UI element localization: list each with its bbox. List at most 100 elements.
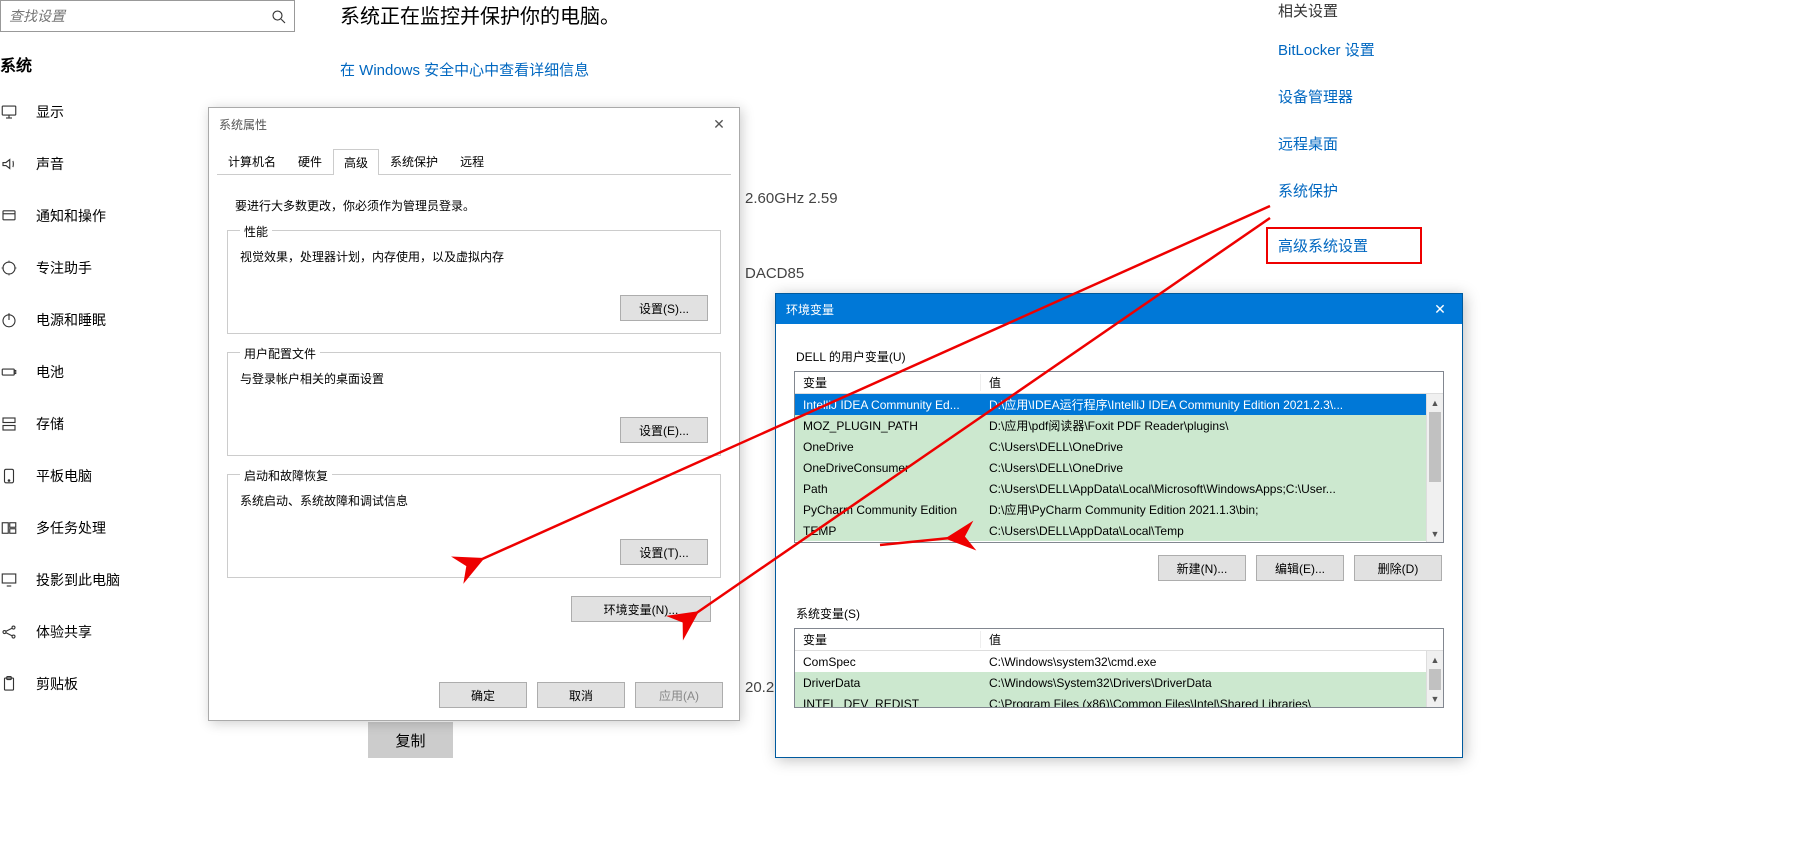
scroll-up-icon[interactable]: ▲ xyxy=(1427,651,1443,668)
cancel-button[interactable]: 取消 xyxy=(537,682,625,708)
table-row[interactable]: PathC:\Users\DELL\AppData\Local\Microsof… xyxy=(795,478,1443,499)
tab-高级[interactable]: 高级 xyxy=(333,149,379,175)
table-row[interactable]: ComSpecC:\Windows\system32\cmd.exe xyxy=(795,651,1443,672)
scroll-thumb[interactable] xyxy=(1429,412,1441,482)
var-name: DriverData xyxy=(795,676,981,690)
env-titlebar[interactable]: 环境变量 xyxy=(776,294,1462,324)
search-input[interactable] xyxy=(9,8,270,24)
clipboard-icon xyxy=(0,675,18,693)
performance-settings-button[interactable]: 设置(S)... xyxy=(620,295,708,321)
userprofile-legend: 用户配置文件 xyxy=(240,345,320,362)
security-status: 系统正在监控并保护你的电脑。 xyxy=(340,0,1800,29)
multitask-icon xyxy=(0,519,18,537)
var-value: D:\应用\pdf阅读器\Foxit PDF Reader\plugins\ xyxy=(981,417,1443,434)
startup-legend: 启动和故障恢复 xyxy=(240,467,332,484)
table-row[interactable]: TEMPC:\Users\DELL\AppData\Local\Temp xyxy=(795,520,1443,541)
edit-button[interactable]: 编辑(E)... xyxy=(1256,555,1344,581)
scrollbar[interactable]: ▲ ▼ xyxy=(1426,394,1443,542)
env-close-button[interactable]: ✕ xyxy=(1418,294,1462,324)
sidebar-item-label: 电池 xyxy=(36,362,64,382)
table-row[interactable]: IntelliJ IDEA Community Ed...D:\应用\IDEA运… xyxy=(795,394,1443,415)
version-fragment: 20.2 xyxy=(745,679,774,696)
close-icon: ✕ xyxy=(713,116,725,133)
sidebar-item-label: 剪贴板 xyxy=(36,674,78,694)
var-value: C:\Users\DELL\AppData\Local\Temp xyxy=(981,524,1443,538)
search-box[interactable] xyxy=(0,0,295,32)
var-name: TEMP xyxy=(795,524,981,538)
related-link-3[interactable]: 系统保护 xyxy=(1278,180,1422,201)
tab-计算机名[interactable]: 计算机名 xyxy=(217,148,287,174)
userprofile-settings-button[interactable]: 设置(E)... xyxy=(620,417,708,443)
table-row[interactable]: MOZ_PLUGIN_PATHD:\应用\pdf阅读器\Foxit PDF Re… xyxy=(795,415,1443,436)
dialog-footer: 确定 取消 应用(A) xyxy=(439,682,723,708)
table-row[interactable]: PyCharm Community EditionD:\应用\PyCharm C… xyxy=(795,499,1443,520)
startup-settings-button[interactable]: 设置(T)... xyxy=(620,539,708,565)
project-icon xyxy=(0,571,18,589)
related-link-1[interactable]: 设备管理器 xyxy=(1278,86,1422,107)
copy-button[interactable]: 复制 xyxy=(368,722,453,758)
startup-desc: 系统启动、系统故障和调试信息 xyxy=(240,492,708,509)
var-name: PyCharm Community Edition xyxy=(795,503,981,517)
delete-button[interactable]: 删除(D) xyxy=(1354,555,1442,581)
sys-vars-label: 系统变量(S) xyxy=(796,605,1462,622)
performance-group: 性能 视觉效果，处理器计划，内存使用，以及虚拟内存 设置(S)... xyxy=(227,230,721,334)
column-variable[interactable]: 变量 xyxy=(795,374,981,391)
table-row[interactable]: OneDriveC:\Users\DELL\OneDrive xyxy=(795,436,1443,457)
dialog-titlebar[interactable]: 系统属性 xyxy=(209,108,739,140)
scroll-down-icon[interactable]: ▼ xyxy=(1427,690,1443,707)
tab-远程[interactable]: 远程 xyxy=(449,148,495,174)
share-icon xyxy=(0,623,18,641)
var-name: ComSpec xyxy=(795,655,981,669)
sidebar-item-label: 声音 xyxy=(36,154,64,174)
close-icon: ✕ xyxy=(1434,301,1446,318)
admin-note: 要进行大多数更改，你必须作为管理员登录。 xyxy=(235,197,721,214)
dialog-body: 要进行大多数更改，你必须作为管理员登录。 性能 视觉效果，处理器计划，内存使用，… xyxy=(209,175,739,636)
table-row[interactable]: INTEL_DEV_REDISTC:\Program Files (x86)\C… xyxy=(795,693,1443,708)
ok-button[interactable]: 确定 xyxy=(439,682,527,708)
table-row[interactable]: OneDriveConsumerC:\Users\DELL\OneDrive xyxy=(795,457,1443,478)
related-settings: 相关设置 BitLocker 设置设备管理器远程桌面系统保护高级系统设置重命名这… xyxy=(1278,0,1422,337)
apply-button[interactable]: 应用(A) xyxy=(635,682,723,708)
tabs: 计算机名硬件高级系统保护远程 xyxy=(217,148,731,175)
close-button[interactable]: ✕ xyxy=(705,112,733,136)
new-button[interactable]: 新建(N)... xyxy=(1158,555,1246,581)
related-link-4[interactable]: 高级系统设置 xyxy=(1266,227,1422,264)
device-id-fragment: DACD85 xyxy=(745,265,804,282)
notifications-icon xyxy=(0,207,18,225)
sidebar-item-label: 通知和操作 xyxy=(36,206,106,226)
power-icon xyxy=(0,311,18,329)
tab-硬件[interactable]: 硬件 xyxy=(287,148,333,174)
scroll-down-icon[interactable]: ▼ xyxy=(1427,525,1443,542)
column-variable[interactable]: 变量 xyxy=(795,631,981,648)
user-vars-buttons: 新建(N)... 编辑(E)... 删除(D) xyxy=(776,555,1442,581)
system-properties-dialog: 系统属性 ✕ 计算机名硬件高级系统保护远程 要进行大多数更改，你必须作为管理员登… xyxy=(208,107,740,721)
var-name: OneDrive xyxy=(795,440,981,454)
table-row[interactable]: DriverDataC:\Windows\System32\Drivers\Dr… xyxy=(795,672,1443,693)
sys-vars-table[interactable]: 变量 值 ComSpecC:\Windows\system32\cmd.exeD… xyxy=(794,628,1444,708)
cpu-ghz: 2.60GHz 2.59 xyxy=(745,190,838,207)
focus-icon xyxy=(0,259,18,277)
dialog-title: 系统属性 xyxy=(219,116,267,133)
scrollbar[interactable]: ▲ ▼ xyxy=(1426,651,1443,707)
env-title: 环境变量 xyxy=(786,301,834,318)
scroll-up-icon[interactable]: ▲ xyxy=(1427,394,1443,411)
column-value[interactable]: 值 xyxy=(981,631,1443,648)
user-vars-table[interactable]: 变量 值 IntelliJ IDEA Community Ed...D:\应用\… xyxy=(794,371,1444,543)
column-value[interactable]: 值 xyxy=(981,374,1443,391)
var-value: C:\Users\DELL\AppData\Local\Microsoft\Wi… xyxy=(981,482,1443,496)
sidebar-item-label: 平板电脑 xyxy=(36,466,92,486)
sidebar-item-label: 专注助手 xyxy=(36,258,92,278)
related-link-0[interactable]: BitLocker 设置 xyxy=(1278,39,1422,60)
var-value: C:\Users\DELL\OneDrive xyxy=(981,440,1443,454)
environment-variables-button[interactable]: 环境变量(N)... xyxy=(571,596,711,622)
security-center-link[interactable]: 在 Windows 安全中心中查看详细信息 xyxy=(340,59,1800,80)
performance-desc: 视觉效果，处理器计划，内存使用，以及虚拟内存 xyxy=(240,248,708,265)
sidebar-item-label: 显示 xyxy=(36,102,64,122)
related-link-2[interactable]: 远程桌面 xyxy=(1278,133,1422,154)
var-value: C:\Users\DELL\OneDrive xyxy=(981,461,1443,475)
tablet-icon xyxy=(0,467,18,485)
sidebar-item-label: 多任务处理 xyxy=(36,518,106,538)
battery-icon xyxy=(0,363,18,381)
tab-系统保护[interactable]: 系统保护 xyxy=(379,148,449,174)
environment-variables-dialog: 环境变量 ✕ DELL 的用户变量(U) 变量 值 IntelliJ IDEA … xyxy=(775,293,1463,758)
